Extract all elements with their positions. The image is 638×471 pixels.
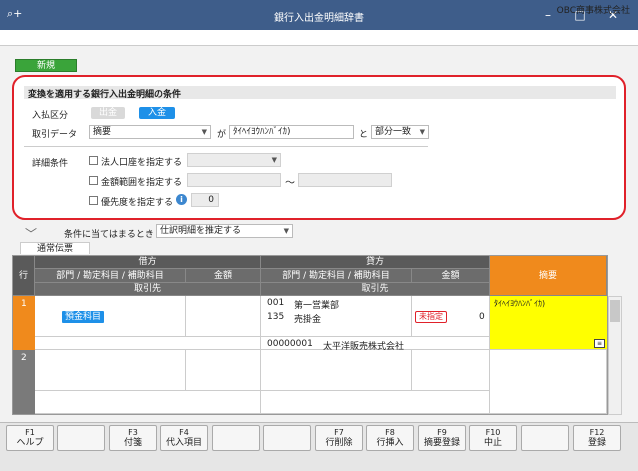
- new-button[interactable]: 新規: [15, 59, 77, 72]
- apply-value: 仕訳明細を推定する: [160, 226, 242, 236]
- credit-account-cell[interactable]: [261, 350, 412, 391]
- fkey-label: 摘要登録: [423, 438, 460, 448]
- priority-label: 優先度を指定する: [101, 198, 174, 208]
- fkey-number: F9: [437, 428, 447, 437]
- apply-select[interactable]: 仕訳明細を推定する ▼: [156, 224, 293, 238]
- in-toggle[interactable]: 入金: [139, 107, 175, 119]
- bank-label: 法人口座を指定する: [101, 158, 183, 168]
- credit-acct-code: 135: [267, 312, 285, 322]
- divider: [24, 146, 428, 147]
- chevron-down-icon: ▼: [419, 128, 425, 136]
- priority-checkbox[interactable]: [89, 196, 98, 205]
- fkey-2[interactable]: [57, 425, 105, 451]
- fkey-number: F3: [128, 428, 138, 437]
- row-header: 行: [13, 256, 35, 296]
- credit-header: 貸方: [261, 256, 490, 269]
- out-toggle[interactable]: 出金: [91, 107, 125, 119]
- match-select[interactable]: 部分一致 ▼: [371, 125, 429, 139]
- debit-account-cell[interactable]: [35, 296, 186, 337]
- credit-partner-header: 取引先: [261, 283, 490, 296]
- priority-input[interactable]: 0: [191, 193, 219, 207]
- chevron-down-icon: ▼: [283, 227, 289, 235]
- credit-amount-cell[interactable]: [412, 350, 490, 391]
- debit-amount-header: 金額: [186, 269, 261, 283]
- credit-amount-header: 金額: [412, 269, 490, 283]
- memo-header: 摘要: [490, 256, 607, 296]
- fkey-5[interactable]: [212, 425, 260, 451]
- fkey-label: 中止: [483, 438, 502, 448]
- apply-label: 条件に当てはまるとき: [64, 230, 154, 240]
- credit-account-header: 部門 / 勘定科目 / 補助科目: [261, 269, 412, 283]
- memo-cell[interactable]: ﾀｲﾍｲﾖｳﾊﾝﾊﾞｲｶ): [490, 296, 607, 350]
- fkey-4[interactable]: F4 代入項目: [160, 425, 208, 451]
- debit-account-tag: 預金科目: [62, 311, 105, 323]
- credit-dept-name: 第一営業部: [294, 301, 340, 311]
- tab-normal-slip[interactable]: 通常伝票: [20, 242, 90, 254]
- conditions-title: 変換を適用する銀行入出金明細の条件: [28, 90, 182, 100]
- direction-label: 入払区分: [32, 111, 69, 121]
- fkey-7[interactable]: F7 行削除: [315, 425, 363, 451]
- debit-account-header: 部門 / 勘定科目 / 補助科目: [35, 269, 186, 283]
- data-field-value: 摘要: [93, 127, 112, 137]
- fkey-number: F7: [334, 428, 344, 437]
- ga-label: が: [217, 130, 227, 140]
- data-field-select[interactable]: 摘要 ▼: [89, 125, 211, 139]
- fkey-9[interactable]: F9 摘要登録: [418, 425, 466, 451]
- fkey-12[interactable]: F12 登録: [573, 425, 621, 451]
- debit-account-cell[interactable]: [35, 350, 186, 391]
- fkey-label: ヘルプ: [16, 438, 44, 448]
- fkey-number: F10: [485, 428, 501, 437]
- credit-dept-code: 001: [267, 298, 285, 308]
- fkey-number: F12: [589, 428, 605, 437]
- memo-cell[interactable]: [490, 350, 607, 414]
- amount-checkbox[interactable]: [89, 176, 98, 185]
- debit-partner-header: 取引先: [35, 283, 261, 296]
- chevron-down-icon: ▼: [201, 128, 207, 136]
- fkey-label: 行削除: [325, 438, 353, 448]
- credit-amount-value: 0: [479, 312, 485, 322]
- amount-label: 金額範囲を指定する: [101, 178, 183, 188]
- fkey-label: 登録: [587, 438, 606, 448]
- debit-partner-cell[interactable]: [35, 391, 261, 414]
- debit-header: 借方: [35, 256, 261, 269]
- search-text-input[interactable]: ﾀｲﾍｲﾖｳﾊﾝﾊﾞｲｶ): [229, 125, 354, 139]
- fkey-label: 行挿入: [376, 438, 404, 448]
- amount-from-input[interactable]: [187, 173, 281, 187]
- match-value: 部分一致: [375, 127, 412, 137]
- partner-code: 00000001: [267, 339, 313, 349]
- bank-checkbox[interactable]: [89, 156, 98, 165]
- to-label: と: [359, 130, 369, 140]
- info-icon[interactable]: i: [176, 194, 187, 205]
- debit-amount-cell[interactable]: [186, 350, 261, 391]
- fkey-8[interactable]: F8 行挿入: [366, 425, 414, 451]
- row-number[interactable]: 2: [13, 350, 35, 414]
- fkey-3[interactable]: F3 付箋: [109, 425, 157, 451]
- debit-amount-cell[interactable]: [186, 296, 261, 337]
- fkey-11[interactable]: [521, 425, 569, 451]
- amount-to-input[interactable]: [298, 173, 392, 187]
- chevron-down-icon[interactable]: ﹀: [25, 225, 37, 242]
- fkey-10[interactable]: F10 中止: [469, 425, 517, 451]
- fkey-6[interactable]: [263, 425, 311, 451]
- debit-partner-cell[interactable]: [35, 337, 261, 350]
- scroll-thumb[interactable]: [610, 300, 620, 322]
- fkey-1[interactable]: F1 ヘルプ: [6, 425, 54, 451]
- credit-partner-cell[interactable]: [261, 391, 490, 414]
- row-number[interactable]: 1: [13, 296, 35, 350]
- bank-select[interactable]: ▼: [187, 153, 281, 167]
- note-icon[interactable]: ≡: [594, 339, 605, 348]
- detail-label: 詳細条件: [32, 159, 69, 169]
- range-separator: ～: [285, 178, 295, 189]
- fkey-number: F8: [385, 428, 395, 437]
- fkey-number: F1: [25, 428, 35, 437]
- company-bar: [0, 30, 638, 46]
- company-name: OBC商事株式会社: [556, 6, 630, 16]
- chevron-down-icon: ▼: [271, 156, 277, 164]
- unassigned-badge: 未指定: [415, 311, 447, 323]
- fkey-number: F4: [179, 428, 189, 437]
- fkey-label: 代入項目: [165, 438, 202, 448]
- data-label: 取引データ: [32, 130, 78, 140]
- fkey-label: 付箋: [123, 438, 142, 448]
- credit-acct-name: 売掛金: [294, 315, 322, 325]
